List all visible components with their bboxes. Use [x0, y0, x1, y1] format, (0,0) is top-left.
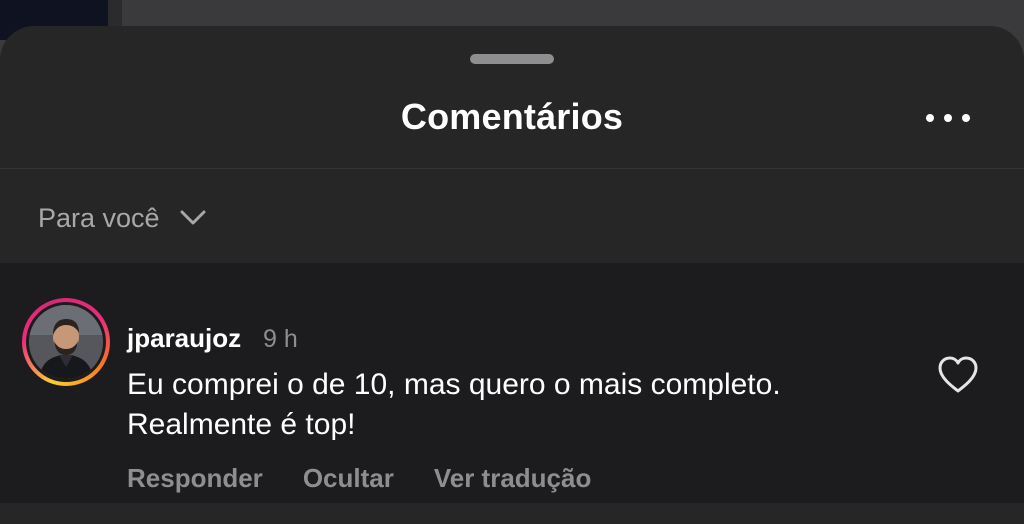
comment-actions: Responder Ocultar Ver tradução: [127, 463, 591, 494]
more-options-button[interactable]: [926, 108, 970, 128]
sort-dropdown[interactable]: Para você: [38, 198, 206, 238]
story-ring[interactable]: [22, 298, 110, 386]
see-translation-button[interactable]: Ver tradução: [434, 463, 592, 494]
comment-timestamp: 9 h: [263, 325, 298, 353]
header-divider: [0, 168, 1024, 169]
drag-handle[interactable]: [470, 54, 554, 64]
chevron-down-icon: [180, 210, 206, 225]
comment-text: Eu comprei o de 10, mas quero o mais com…: [127, 368, 781, 441]
comment-item: jparaujoz 9 h Eu comprei o de 10, mas qu…: [0, 263, 1024, 503]
avatar-image: [29, 305, 103, 379]
more-horizontal-icon-dot: [944, 114, 952, 122]
more-horizontal-icon: [926, 114, 934, 122]
comments-sheet: Comentários Para você jparaujoz 9 h Eu c…: [0, 26, 1024, 524]
avatar[interactable]: [29, 305, 103, 379]
like-button[interactable]: [936, 355, 980, 395]
sort-label: Para você: [38, 202, 160, 233]
comment-username[interactable]: jparaujoz: [127, 323, 241, 354]
more-horizontal-icon-dot: [962, 114, 970, 122]
reply-button[interactable]: Responder: [127, 463, 263, 494]
hide-button[interactable]: Ocultar: [303, 463, 394, 494]
heart-icon: [938, 356, 978, 393]
sheet-title: Comentários: [400, 96, 624, 137]
